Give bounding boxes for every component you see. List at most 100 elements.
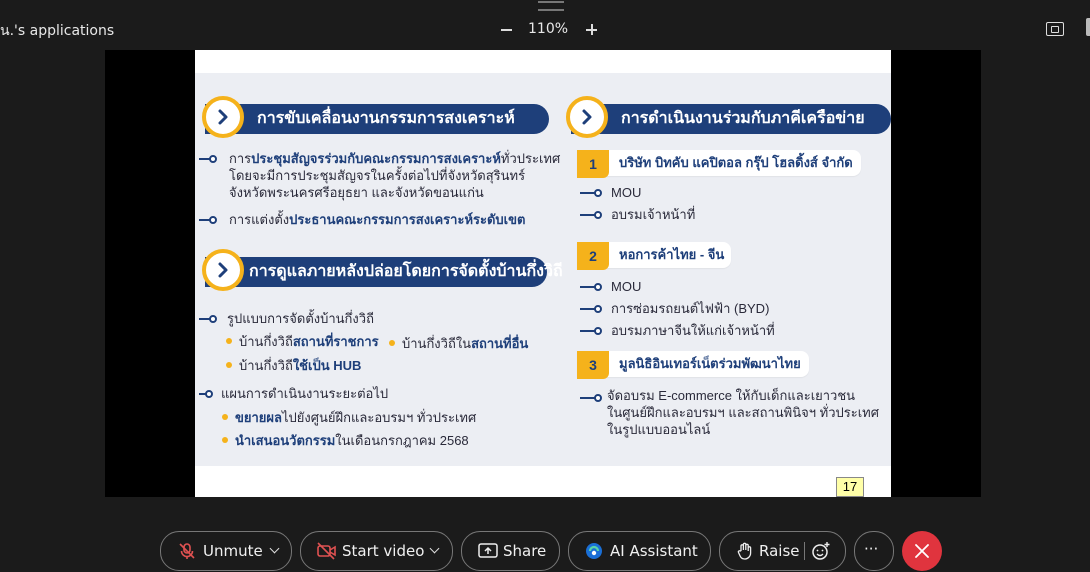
partner-2-item-2: การซ่อมรถยนต์ไฟฟ้า (BYD) [611, 301, 770, 316]
start-video-label: Start video [342, 542, 425, 560]
bullet-dot [222, 437, 228, 443]
partner-1-item-1: MOU [611, 185, 642, 200]
chevron-right-icon [202, 249, 244, 291]
partner-2-item-1: MOU [611, 279, 642, 294]
section-heading-committee: การขับเคลื่อนงานกรรมการสงเคราะห์ [205, 104, 549, 134]
share-screen-icon [478, 543, 498, 558]
committee-item-1-line2: โดยจะมีการประชุมสัญจรในครั้งต่อไปที่จังห… [229, 168, 526, 183]
chevron-right-icon [566, 96, 608, 138]
model-item-2: บ้านกึ่งวิถีในสถานที่อื่น [402, 335, 528, 352]
partner-3-item-2: ในศูนย์ฝึกและอบรมฯ และสถานพินิจฯ ทั่วประ… [607, 405, 879, 420]
text-highlight: ขยายผล [235, 410, 283, 425]
meeting-top-bar: น.'s applications 110% [0, 0, 1090, 50]
model-title: รูปแบบการจัดตั้งบ้านกึ่งวิถี [227, 311, 374, 326]
slide-page-number: 17 [836, 477, 864, 497]
text-highlight: ประธานคณะกรรมการสงเคราะห์ระดับเขต [289, 212, 526, 227]
reactions-icon[interactable] [811, 541, 831, 561]
bullet-dot [389, 340, 395, 346]
partner-card-1: 1 บริษัท บิทคับ แคปิตอล กรุ๊ป โฮลดิ้งส์ … [577, 150, 861, 178]
text-post: ในเดือนกรกฎาคม 2568 [335, 433, 469, 448]
committee-item-1-line3: จังหวัดพระนครศรีอยุธยา และจังหวัดขอนแก่น [229, 185, 484, 200]
bullet-connector [580, 305, 602, 313]
start-video-button[interactable]: Start video [300, 531, 453, 571]
zoom-in-button[interactable] [583, 20, 601, 38]
muted-mic-icon [179, 543, 195, 559]
ai-assistant-label: AI Assistant [610, 542, 698, 560]
partner-number: 2 [577, 242, 609, 270]
more-options-button[interactable]: ··· [854, 531, 894, 571]
committee-item-2: การแต่งตั้งประธานคณะกรรมการสงเคราะห์ระดั… [229, 211, 525, 228]
presentation-slide: การขับเคลื่อนงานกรรมการสงเคราะห์ การประช… [195, 50, 891, 497]
drag-handle-icon[interactable] [538, 1, 564, 11]
bullet-connector [580, 211, 602, 219]
bullet-connector [580, 189, 602, 197]
raise-reactions-group: Raise [719, 531, 846, 571]
partner-number: 1 [577, 150, 609, 178]
unmute-label: Unmute [203, 542, 263, 560]
zoom-level: 110% [528, 21, 569, 37]
partner-1-item-2: อบรมเจ้าหน้าที่ [611, 207, 696, 222]
text-pre: การ [229, 151, 252, 166]
partner-2-item-3: อบรมภาษาจีนให้แก่เจ้าหน้าที่ [611, 323, 775, 338]
partner-card-2: 2 หอการค้าไทย - จีน [577, 242, 731, 270]
bullet-dot [226, 362, 232, 368]
ai-assistant-button[interactable]: AI Assistant [568, 531, 711, 571]
chevron-right-icon [202, 96, 244, 138]
close-icon [915, 544, 929, 558]
raise-label[interactable]: Raise [759, 542, 800, 560]
text-pre: บ้านกึ่งวิถี [239, 358, 293, 373]
section-heading-partners: การดำเนินงานร่วมกับภาคีเครือข่าย [571, 104, 891, 134]
text-pre: การแต่งตั้ง [229, 212, 290, 227]
popout-view-icon[interactable] [1046, 22, 1064, 36]
partner-name: หอการค้าไทย - จีน [619, 247, 725, 262]
plan-title: แผนการดำเนินงานระยะต่อไป [221, 386, 389, 401]
text-post: ไปยังศูนย์ฝึกและอบรมฯ ทั่วประเทศ [282, 410, 477, 425]
section-heading-text: การขับเคลื่อนงานกรรมการสงเคราะห์ [257, 110, 515, 127]
divider [804, 542, 805, 560]
bullet-connector [580, 327, 602, 335]
bullet-connector [199, 216, 217, 224]
bullet-dot [226, 338, 232, 344]
partner-card-3: 3 มูลนิธิอินเทอร์เน็ตร่วมพัฒนาไทย [577, 351, 809, 379]
text-highlight: นำเสนอนวัตกรรม [235, 433, 336, 448]
plan-item-2: นำเสนอนวัตกรรมในเดือนกรกฎาคม 2568 [235, 432, 469, 449]
bullet-connector [199, 390, 213, 398]
text-highlight: สถานที่ราชการ [292, 334, 379, 349]
partner-name: บริษัท บิทคับ แคปิตอล กรุ๊ป โฮลดิ้งส์ จำ… [619, 155, 853, 170]
text-pre: บ้านกึ่งวิถี [239, 334, 293, 349]
model-item-3: บ้านกึ่งวิถีใช้เป็น HUB [239, 357, 361, 374]
plan-item-1: ขยายผลไปยังศูนย์ฝึกและอบรมฯ ทั่วประเทศ [235, 409, 476, 426]
bullet-connector [580, 394, 602, 402]
section-heading-halfway-house: การดูแลภายหลังปล่อยโดยการจัดตั้งบ้านกึ่ง… [205, 257, 563, 287]
panel-edge-handle[interactable] [1086, 18, 1090, 36]
text-highlight: ประชุมสัญจรร่วมกับคณะกรรมการสงเคราะห์ [251, 151, 501, 166]
text-highlight: สถานที่อื่น [471, 336, 529, 351]
partner-number: 3 [577, 351, 609, 379]
partner-3-item-1: จัดอบรม E-commerce ให้กับเด็กและเยาวชน [607, 388, 856, 403]
committee-item-1: การประชุมสัญจรร่วมกับคณะกรรมการสงเคราะห์… [229, 150, 560, 167]
meeting-controls: Unmute Start video Share AI Assistant Ra… [0, 520, 1090, 572]
partner-3-item-3: ในรูปแบบออนไลน์ [607, 422, 711, 437]
text-highlight: ใช้เป็น HUB [292, 358, 362, 373]
partner-name: มูลนิธิอินเทอร์เน็ตร่วมพัฒนาไทย [619, 356, 801, 371]
leave-meeting-button[interactable] [902, 531, 942, 571]
section-heading-text: การดำเนินงานร่วมกับภาคีเครือข่าย [621, 110, 865, 127]
more-icon: ··· [864, 540, 879, 558]
model-item-1: บ้านกึ่งวิถีสถานที่ราชการ [239, 333, 379, 350]
chevron-down-icon[interactable] [269, 543, 280, 554]
shared-app-title: น.'s applications [0, 23, 115, 39]
unmute-button[interactable]: Unmute [160, 531, 292, 571]
chevron-down-icon[interactable] [429, 543, 440, 554]
bullet-connector [580, 283, 602, 291]
section-heading-text: การดูแลภายหลังปล่อยโดยการจัดตั้งบ้านกึ่ง… [249, 263, 563, 280]
zoom-out-button[interactable] [498, 20, 516, 38]
video-off-icon [317, 542, 336, 560]
share-label: Share [503, 542, 547, 560]
share-button[interactable]: Share [461, 531, 560, 571]
text-post: ทั่วประเทศ [500, 151, 561, 166]
bullet-connector [199, 155, 217, 163]
bullet-dot [222, 414, 228, 420]
bullet-connector [199, 315, 217, 323]
raise-hand-icon[interactable] [737, 542, 753, 560]
text-pre: บ้านกึ่งวิถีใน [402, 336, 472, 351]
